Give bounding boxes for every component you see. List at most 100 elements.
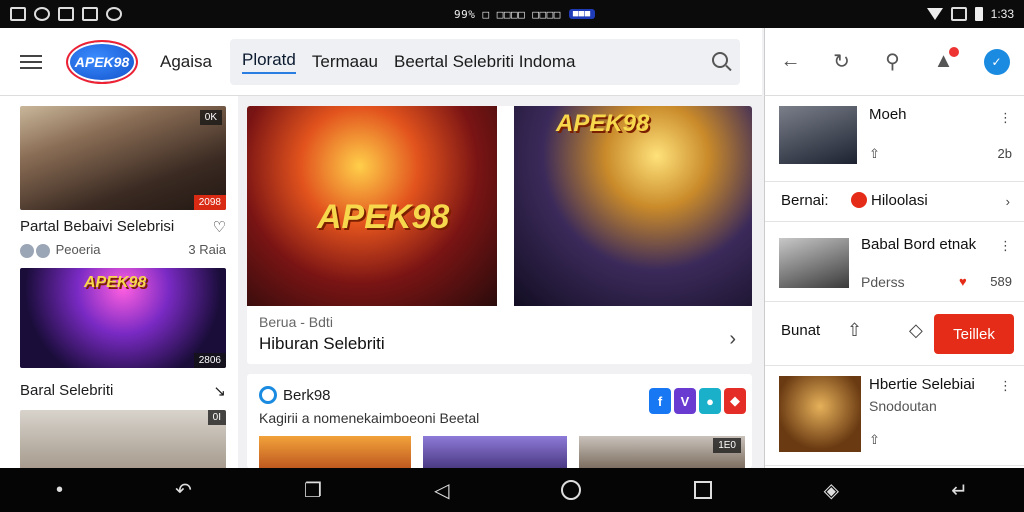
more-icon[interactable]: ⋮: [999, 110, 1012, 126]
social-links: f V ● ◆: [649, 388, 746, 414]
heart-icon[interactable]: ♡: [213, 218, 226, 236]
search-icon[interactable]: [711, 51, 728, 68]
search-icon[interactable]: ⚲: [882, 51, 904, 73]
nav-home-link[interactable]: Agaisa: [160, 52, 212, 72]
list-link[interactable]: Hiloolasi: [851, 192, 928, 209]
back-icon[interactable]: ◁: [434, 478, 449, 503]
record-icon: [106, 7, 122, 21]
tab-ploratd[interactable]: Ploratd: [241, 50, 296, 74]
status-center-text: 99% □ □□□□ □□□□: [454, 7, 561, 21]
notification-dot: [948, 46, 959, 57]
app-logo[interactable]: APEK98: [66, 39, 138, 84]
video-meta: Peoeria 3 Raia: [20, 242, 226, 258]
youtube-icon[interactable]: ◆: [724, 388, 746, 414]
channel-description: Kagirii a nomenekaimboeoni Beetal: [259, 410, 480, 426]
follow-button[interactable]: Teillek: [934, 314, 1014, 354]
overview-icon[interactable]: [693, 481, 712, 499]
channel-header: Berk98: [259, 386, 331, 404]
dot-icon[interactable]: •: [56, 479, 63, 502]
featured-headline[interactable]: Hiburan Selebriti: [259, 334, 385, 354]
video-badge: 0I: [207, 409, 226, 425]
play-icon: [82, 7, 98, 21]
heart-icon[interactable]: ♥: [959, 274, 967, 289]
more-icon[interactable]: ⋮: [999, 238, 1012, 254]
list-item[interactable]: Moeh ⇧ ⋮ 2b: [765, 96, 1024, 182]
featured-card[interactable]: APEK98 APEK98 Berua - Bdti Hiburan Seleb…: [247, 106, 752, 364]
video-thumbnail[interactable]: 0I: [20, 409, 226, 468]
video-thumbnail[interactable]: 0K 2098: [20, 106, 226, 210]
thumbnail-watermark: APEK98: [84, 273, 147, 291]
image-icon: [58, 7, 74, 21]
list-title: Babal Bord etnak: [861, 236, 977, 253]
video-badge: 1E0: [713, 438, 741, 453]
video-thumbnail[interactable]: APEK98 2806: [20, 267, 226, 368]
channel-logo: [259, 386, 277, 404]
avatar: [20, 243, 34, 258]
list-subtitle: Pderss: [861, 274, 905, 290]
cast-badge: ■■■: [568, 9, 595, 19]
share-icon[interactable]: ↻: [831, 51, 853, 73]
reaction-icon[interactable]: ⇧: [869, 146, 880, 162]
strip-thumbnail[interactable]: 1E0: [579, 436, 745, 468]
tab-beertal[interactable]: Beertal Selebriti Indoma: [394, 52, 575, 72]
chevron-right-icon[interactable]: ›: [729, 328, 736, 351]
avatar: [36, 243, 50, 258]
list-item[interactable]: Bernai: Hiloolasi ›: [765, 182, 1024, 222]
tab-termaau[interactable]: Termaau: [312, 52, 378, 72]
list-subtitle: Snodoutan: [869, 398, 937, 414]
channel-name[interactable]: Berk98: [283, 387, 331, 404]
list-item[interactable]: Babal Bord etnak Pderss ♥ 589 ⋮: [765, 222, 1024, 302]
app-bar: APEK98 Agaisa Ploratd Termaau Beertal Se…: [0, 28, 762, 96]
viber-icon[interactable]: V: [674, 388, 696, 414]
chevron-icon[interactable]: ↘: [213, 382, 226, 400]
share-icon[interactable]: ●: [699, 388, 721, 414]
featured-image-left: APEK98: [247, 106, 497, 306]
list-thumbnail: [779, 376, 861, 452]
menu-icon[interactable]: [20, 54, 42, 69]
notification-icon: [10, 7, 26, 21]
bell-icon[interactable]: ▲: [933, 46, 959, 73]
chevron-right-icon[interactable]: ›: [1006, 194, 1010, 209]
list-label: Bernai:: [781, 192, 829, 209]
recent-apps-icon[interactable]: ❐: [304, 478, 322, 503]
video-title[interactable]: Partal Bebaivi Selebrisi: [20, 218, 174, 236]
featured-image-right: APEK98: [514, 106, 752, 306]
wifi-icon: [926, 8, 943, 20]
video-author[interactable]: Peoeria: [56, 242, 101, 257]
video-title-row: Baral Selebriti ↘: [20, 382, 226, 400]
channel-card[interactable]: Berk98 Kagirii a nomenekaimboeoni Beetal…: [247, 374, 752, 468]
list-thumbnail: [779, 238, 849, 288]
rotate-icon[interactable]: ◈: [824, 478, 839, 503]
video-title[interactable]: Baral Selebriti: [20, 382, 113, 400]
left-video-list: 0K 2098 Partal Bebaivi Selebrisi ♡ Peoer…: [0, 96, 238, 468]
more-icon[interactable]: ⋮: [999, 378, 1012, 394]
strip-thumbnail[interactable]: [423, 436, 567, 468]
video-badge: 0K: [199, 110, 222, 125]
right-panel: Moeh ⇧ ⋮ 2b Bernai: Hiloolasi › Babal Bo…: [764, 96, 1024, 468]
list-title: Moeh: [869, 106, 907, 123]
featured-watermark: APEK98: [556, 110, 650, 137]
pin-icon[interactable]: ◇: [909, 320, 923, 341]
undo-icon[interactable]: ↶: [175, 478, 192, 503]
return-icon[interactable]: ↵: [951, 478, 968, 503]
facebook-icon[interactable]: f: [649, 388, 671, 414]
profile-avatar[interactable]: ✓: [983, 48, 1010, 75]
featured-caption: Berua - Bdti Hiburan Selebriti: [259, 314, 385, 354]
list-title: Hbertie Selebiai: [869, 376, 975, 393]
strip-thumbnail[interactable]: [259, 436, 411, 468]
cell-icon: [950, 7, 967, 21]
battery-icon: [974, 7, 983, 21]
share-label[interactable]: Bunat: [781, 322, 820, 339]
video-duration: 2806: [193, 352, 226, 368]
list-item[interactable]: Hbertie Selebiai Snodoutan ⇧ ⋮: [765, 366, 1024, 466]
system-nav-bar: • ↶ ❐ ◁ ◈ ↵: [0, 468, 1024, 512]
home-icon[interactable]: [561, 480, 582, 500]
back-arrow-icon[interactable]: ←: [780, 50, 802, 73]
upload-icon[interactable]: ⇧: [847, 320, 862, 341]
right-header: ← ↻ ⚲ ▲ ✓: [764, 28, 1024, 96]
video-title-row: Partal Bebaivi Selebrisi ♡: [20, 218, 226, 236]
reaction-icon[interactable]: ⇧: [869, 432, 880, 448]
video-stat: 3 Raia: [188, 242, 226, 258]
list-stat: 2b: [997, 146, 1012, 161]
list-thumbnail: [779, 106, 857, 164]
